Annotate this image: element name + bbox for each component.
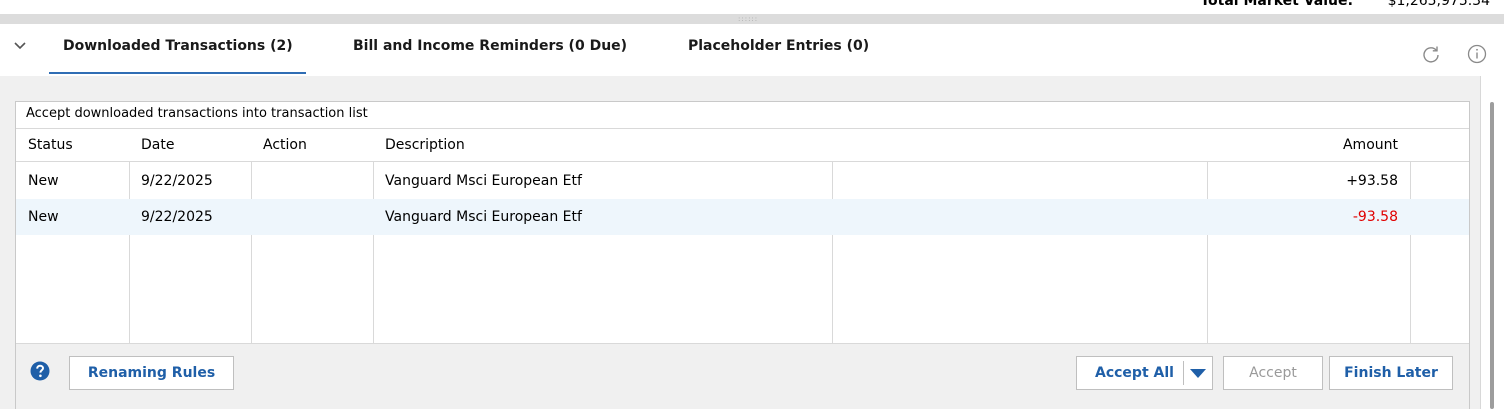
column-header-action[interactable]: Action xyxy=(251,129,307,162)
pane-splitter[interactable]: :::::: xyxy=(0,14,1504,24)
summary-strip: Total Market Value: $1,265,975.34 xyxy=(0,0,1504,14)
row-action xyxy=(251,199,263,235)
table-row[interactable]: New 9/22/2025 Vanguard Msci European Etf… xyxy=(16,199,1469,235)
column-header-date[interactable]: Date xyxy=(129,129,174,162)
split-divider xyxy=(1183,361,1184,385)
panel-toolbar: Renaming Rules Accept All Accept Finish … xyxy=(16,343,1469,409)
downloaded-transactions-panel: Accept downloaded transactions into tran… xyxy=(15,101,1470,409)
refresh-icon[interactable] xyxy=(1420,44,1442,66)
total-market-value: Total Market Value: $1,265,975.34 xyxy=(1200,0,1490,9)
tab-downloaded-transactions[interactable]: Downloaded Transactions (2) xyxy=(49,38,306,74)
total-market-value-amount: $1,265,975.34 xyxy=(1387,0,1490,9)
finish-later-button[interactable]: Finish Later xyxy=(1329,356,1453,390)
row-action xyxy=(251,163,263,199)
table-row[interactable]: New 9/22/2025 Vanguard Msci European Etf… xyxy=(16,163,1469,199)
row-date: 9/22/2025 xyxy=(141,173,213,189)
tab-placeholder-entries[interactable]: Placeholder Entries (0) xyxy=(688,38,869,54)
column-header-blank[interactable] xyxy=(832,129,844,162)
row-description: Vanguard Msci European Etf xyxy=(385,209,582,225)
tab-bar: Downloaded Transactions (2) Bill and Inc… xyxy=(0,24,1504,76)
row-amount: -93.58 xyxy=(1352,209,1398,225)
column-header-description[interactable]: Description xyxy=(373,129,465,162)
row-amount: +93.58 xyxy=(1346,173,1398,189)
accept-all-split-button[interactable]: Accept All xyxy=(1076,356,1213,390)
caret-down-icon[interactable] xyxy=(1190,369,1206,378)
row-description: Vanguard Msci European Etf xyxy=(385,173,582,189)
grid-header: Status Date Action Description Amount xyxy=(16,129,1469,162)
row-status: New xyxy=(28,173,59,189)
total-market-value-label: Total Market Value: xyxy=(1200,0,1354,9)
scrollbar-thumb[interactable] xyxy=(1490,102,1494,409)
column-header-amount[interactable]: Amount xyxy=(1207,129,1410,162)
tab-bill-and-income-reminders[interactable]: Bill and Income Reminders (0 Due) xyxy=(353,38,627,54)
accept-all-button[interactable]: Accept All xyxy=(1095,357,1174,389)
info-icon[interactable] xyxy=(1466,43,1488,65)
splitter-grip-icon[interactable]: :::::: xyxy=(738,16,758,23)
accept-button[interactable]: Accept xyxy=(1223,356,1323,390)
row-status: New xyxy=(28,209,59,225)
chevron-down-icon[interactable] xyxy=(12,38,28,54)
row-date: 9/22/2025 xyxy=(141,209,213,225)
vertical-scrollbar[interactable] xyxy=(1480,76,1504,409)
renaming-rules-button[interactable]: Renaming Rules xyxy=(69,356,234,390)
panel-title: Accept downloaded transactions into tran… xyxy=(26,106,368,121)
help-icon[interactable] xyxy=(30,361,50,381)
transactions-grid: Status Date Action Description Amount Ne… xyxy=(16,128,1469,343)
column-header-status[interactable]: Status xyxy=(16,129,73,162)
